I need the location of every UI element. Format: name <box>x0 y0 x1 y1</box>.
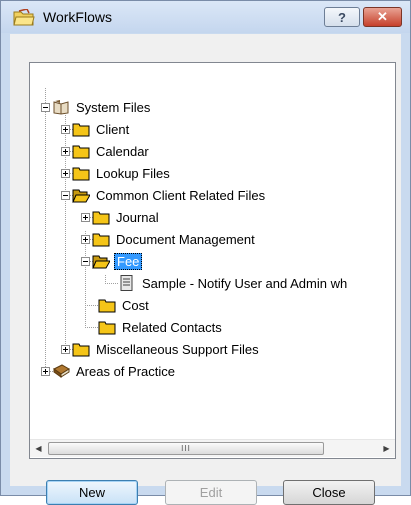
title-bar[interactable]: WorkFlows ? ✕ <box>1 1 410 33</box>
tree-node-label: Miscellaneous Support Files <box>96 341 259 357</box>
folder-icon <box>72 123 90 137</box>
expander-minus-icon <box>81 257 90 266</box>
expander-plus-icon <box>61 169 70 178</box>
tree-node-label: Calendar <box>96 143 149 159</box>
dialog-body: System Files Client Calendar Lookup File… <box>10 34 401 505</box>
expander-plus-icon <box>41 367 50 376</box>
tree-node-related-contacts[interactable]: Related Contacts <box>98 317 224 337</box>
tree-node-label: Lookup Files <box>96 165 170 181</box>
expander-plus-icon <box>61 345 70 354</box>
horizontal-scrollbar[interactable]: ◀ III ▶ <box>30 439 395 457</box>
closed-book-icon <box>53 364 70 378</box>
open-folder-icon <box>72 189 90 203</box>
expander-plus-icon <box>81 213 90 222</box>
tree-node-client[interactable]: Client <box>72 119 131 139</box>
window-close-button[interactable]: ✕ <box>363 7 402 27</box>
folder-icon <box>72 343 90 357</box>
tree-node-miscellaneous-support-files[interactable]: Miscellaneous Support Files <box>72 339 261 359</box>
folder-icon <box>98 299 116 313</box>
folder-icon <box>72 145 90 159</box>
expander-minus-icon <box>41 103 50 112</box>
expander-minus-icon <box>61 191 70 200</box>
tree-node-label: Related Contacts <box>122 319 222 335</box>
tree-node-lookup-files[interactable]: Lookup Files <box>72 163 172 183</box>
scroll-right-icon[interactable]: ▶ <box>378 440 395 457</box>
tree-node-sample-notify[interactable]: Sample - Notify User and Admin wh <box>118 273 349 293</box>
tree-node-common-client-related-files[interactable]: Common Client Related Files <box>72 185 267 205</box>
expander-plus-icon <box>81 235 90 244</box>
folder-icon <box>98 321 116 335</box>
window-title: WorkFlows <box>43 9 112 25</box>
open-folder-icon <box>92 255 110 269</box>
tree-node-label: Journal <box>116 209 159 225</box>
workflows-dialog: WorkFlows ? ✕ System Files Client Calend… <box>0 0 411 505</box>
scrollbar-thumb[interactable]: III <box>48 442 324 455</box>
tree-node-label: System Files <box>76 99 151 115</box>
tree-node-areas-of-practice[interactable]: Areas of Practice <box>52 361 177 381</box>
tree-node-label: Client <box>96 121 130 137</box>
tree-node-label: Document Management <box>116 231 255 247</box>
edit-button[interactable]: Edit <box>165 480 257 505</box>
tree-node-label-selected: Fee <box>114 252 143 270</box>
folder-icon <box>92 233 110 247</box>
expander-plus-icon <box>61 125 70 134</box>
tree-node-fee[interactable]: Fee <box>92 251 143 271</box>
expander-plus-icon <box>61 147 70 156</box>
new-button[interactable]: New <box>46 480 138 505</box>
tree-node-calendar[interactable]: Calendar <box>72 141 151 161</box>
scroll-left-icon[interactable]: ◀ <box>30 440 47 457</box>
folder-icon <box>92 211 110 225</box>
tree-node-journal[interactable]: Journal <box>92 207 161 227</box>
folder-icon <box>13 9 35 26</box>
tree-node-cost[interactable]: Cost <box>98 295 151 315</box>
close-button[interactable]: Close <box>283 480 375 505</box>
scrollbar-grip-icon: III <box>181 444 191 453</box>
book-icon <box>53 100 69 115</box>
tree-node-system-files[interactable]: System Files <box>52 97 152 117</box>
tree-node-label: Common Client Related Files <box>96 187 266 203</box>
document-icon <box>120 275 133 291</box>
tree-node-label: Sample - Notify User and Admin wh <box>142 275 348 291</box>
tree-view[interactable]: System Files Client Calendar Lookup File… <box>29 62 396 459</box>
help-button[interactable]: ? <box>324 7 360 27</box>
folder-icon <box>72 167 90 181</box>
tree-content: System Files Client Calendar Lookup File… <box>30 63 395 439</box>
tree-node-label: Cost <box>122 297 149 313</box>
tree-node-label: Areas of Practice <box>76 363 175 379</box>
tree-node-document-management[interactable]: Document Management <box>92 229 257 249</box>
